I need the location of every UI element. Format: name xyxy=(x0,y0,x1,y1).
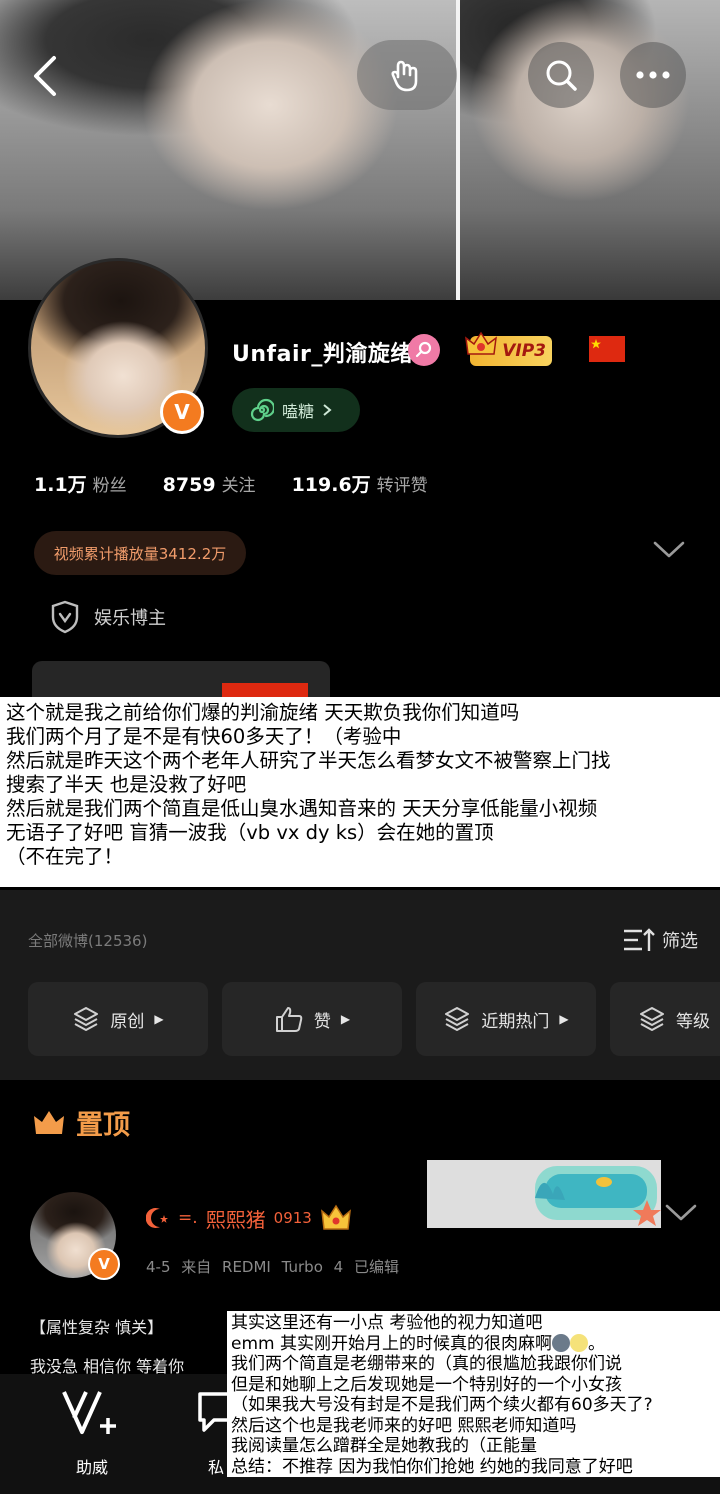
chip-trending[interactable]: 近期热门 ▶ xyxy=(416,982,596,1056)
note-line: 然后就是昨天这个两个老年人研究了半天怎么看梦女文不被警察上门找 xyxy=(6,749,611,772)
candy-label: 嗑糖 xyxy=(282,402,315,421)
video-views-badge[interactable]: 视频累计播放量3412.2万 xyxy=(34,531,246,575)
author-number: 0913 xyxy=(273,1209,312,1227)
shield-icon xyxy=(51,600,79,634)
post-meta: 4-5 来自 REDMI Turbo 4 已编辑 xyxy=(146,1258,399,1276)
cheer-button[interactable]: 助威 xyxy=(60,1388,124,1478)
stat-value: 8759 xyxy=(162,474,216,496)
stat-label: 转评赞 xyxy=(376,476,428,496)
caret-right-icon: ▶ xyxy=(559,1012,569,1026)
note-period: 。 xyxy=(587,1333,605,1354)
hand-icon xyxy=(391,60,418,92)
note-line: （如果我大号没有封是不是我们两个续火都有60多天了? xyxy=(231,1395,653,1415)
vip-label: VIP3 xyxy=(502,341,546,361)
text-overlay-note-top: 这个就是我之前给你们爆的判渝旋绪 天天欺负我你们知道吗 我们两个月了是不是有快6… xyxy=(0,697,720,887)
verified-badge-text: V xyxy=(98,1255,110,1273)
stat-value: 1.1万 xyxy=(34,474,87,496)
note-line: emm 其实刚开始月上的时候真的很肉麻啊 xyxy=(231,1333,552,1354)
category-tag[interactable]: 娱乐博主 xyxy=(50,600,166,634)
spiral-candy-icon xyxy=(250,398,274,422)
search-button[interactable] xyxy=(528,42,594,108)
chevron-left-icon xyxy=(34,56,56,96)
note-line: 我们两个简直是老绷带来的（真的很尴尬我跟你们说 xyxy=(231,1354,622,1374)
author-tag: =. xyxy=(178,1208,198,1228)
filter-button[interactable]: 筛选 xyxy=(622,926,698,954)
note-line: 搜索了半天 也是没救了好吧 xyxy=(6,773,247,796)
note-line: 其实这里还有一小点 考验他的视力知道吧 xyxy=(231,1313,543,1333)
pinned-title: 置顶 xyxy=(76,1110,130,1141)
filter-icon xyxy=(624,928,655,951)
chevron-right-icon xyxy=(323,404,332,416)
poke-button[interactable] xyxy=(357,40,457,110)
back-button[interactable] xyxy=(22,50,66,102)
caret-right-icon: ▶ xyxy=(340,1012,351,1026)
moon-face-emoji-icon xyxy=(569,1333,588,1352)
chip-level[interactable]: 等级 xyxy=(610,982,720,1056)
crescent-star-icon xyxy=(146,1208,168,1228)
new-moon-emoji-icon xyxy=(551,1333,570,1352)
thumbs-up-icon xyxy=(275,1007,303,1032)
text-overlay-note-bottom: 其实这里还有一小点 考验他的视力知道吧 emm 其实刚开始月上的时候真的很肉麻啊… xyxy=(227,1311,720,1477)
layers-icon xyxy=(640,1007,664,1031)
note-line: 总结：不推荐 因为我怕你们抢她 约她的我同意了好吧 xyxy=(231,1456,633,1477)
cheer-label: 助威 xyxy=(75,1458,108,1477)
category-tag-label: 娱乐博主 xyxy=(94,608,166,629)
stat-value: 119.6万 xyxy=(291,474,371,496)
note-line: （不在完了！ xyxy=(6,845,124,868)
search-icon xyxy=(546,60,577,91)
china-flag-icon xyxy=(589,336,625,362)
note-line: 我们两个月了是不是有快60多天了！（考验中 xyxy=(6,725,402,748)
verified-badge-text: V xyxy=(174,400,190,424)
note-line-with-emoji: emm 其实刚开始月上的时候真的很肉麻啊 。 xyxy=(231,1333,720,1355)
more-dots-icon xyxy=(636,71,670,79)
chip-label: 赞 xyxy=(313,1011,331,1032)
note-line: 然后就是我们两个简直是低山臭水遇知音来的 天天分享低能量小视频 xyxy=(6,797,598,820)
v-plus-icon xyxy=(62,1391,116,1434)
profile-stats: 1.1万 粉丝 8759 关注 119.6万 转评赞 xyxy=(34,470,428,497)
crown-icon xyxy=(34,1110,64,1134)
verified-badge: V xyxy=(160,390,204,434)
all-posts-count[interactable]: 全部微博(12536) xyxy=(28,930,147,951)
stat-following[interactable]: 8759 关注 xyxy=(163,471,256,496)
filter-label: 筛选 xyxy=(662,931,698,952)
note-line: 但是和她聊上之后发现她是一个特别好的一个小女孩 xyxy=(231,1374,622,1395)
message-label: 私 xyxy=(207,1458,224,1477)
note-line: 我阅读量怎么蹭群全是她教我的（正能量 xyxy=(231,1436,537,1456)
chip-label: 原创 xyxy=(110,1011,145,1032)
feed-filter-chips: 原创 ▶ 赞 ▶ 近期热门 ▶ 等级 xyxy=(28,982,720,1056)
stat-label: 粉丝 xyxy=(92,476,127,496)
pinned-header: 置顶 xyxy=(32,1103,130,1142)
peek-card xyxy=(32,661,330,701)
crown-badge-icon xyxy=(320,1204,351,1230)
candy-button[interactable]: 嗑糖 xyxy=(232,388,360,432)
chip-original[interactable]: 原创 ▶ xyxy=(28,982,208,1056)
layers-icon xyxy=(445,1007,470,1031)
chip-liked[interactable]: 赞 ▶ xyxy=(222,982,402,1056)
vip-badge[interactable]: VIP3 xyxy=(465,331,552,366)
layers-icon xyxy=(74,1007,99,1031)
chevron-down-icon[interactable] xyxy=(652,540,686,560)
post-text-line: 【属性复杂 慎关】 xyxy=(30,1318,164,1337)
username: Unfair_判渝旋绪 xyxy=(232,342,413,367)
gender-female-icon xyxy=(408,334,440,366)
post-author[interactable]: =. 熙熙猪 0913 xyxy=(146,1203,352,1233)
profile-cover xyxy=(0,0,720,300)
more-button[interactable] xyxy=(620,42,686,108)
chip-label: 近期热门 xyxy=(481,1011,550,1032)
stat-interactions[interactable]: 119.6万 转评赞 xyxy=(292,470,428,497)
chevron-down-icon[interactable] xyxy=(664,1203,698,1223)
note-line: 这个就是我之前给你们爆的判渝旋绪 天天欺负我你们知道吗 xyxy=(6,701,520,724)
cover-photo-right xyxy=(460,0,720,300)
fish-tank-sticker xyxy=(427,1160,661,1228)
verified-badge: V xyxy=(88,1248,120,1280)
stat-followers[interactable]: 1.1万 粉丝 xyxy=(34,470,127,497)
note-line: 然后这个也是我老师来的好吧 熙熙老师知道吗 xyxy=(231,1415,577,1436)
caret-right-icon: ▶ xyxy=(154,1012,164,1026)
author-name: 熙熙猪 xyxy=(205,1207,266,1232)
note-line: 无语子了好吧 盲猜一波我（vb vx dy ks）会在她的置顶 xyxy=(6,821,494,844)
stat-label: 关注 xyxy=(221,476,256,496)
crown-icon xyxy=(465,331,497,355)
video-views-label: 视频累计播放量3412.2万 xyxy=(53,544,227,563)
chip-label: 等级 xyxy=(676,1011,710,1032)
